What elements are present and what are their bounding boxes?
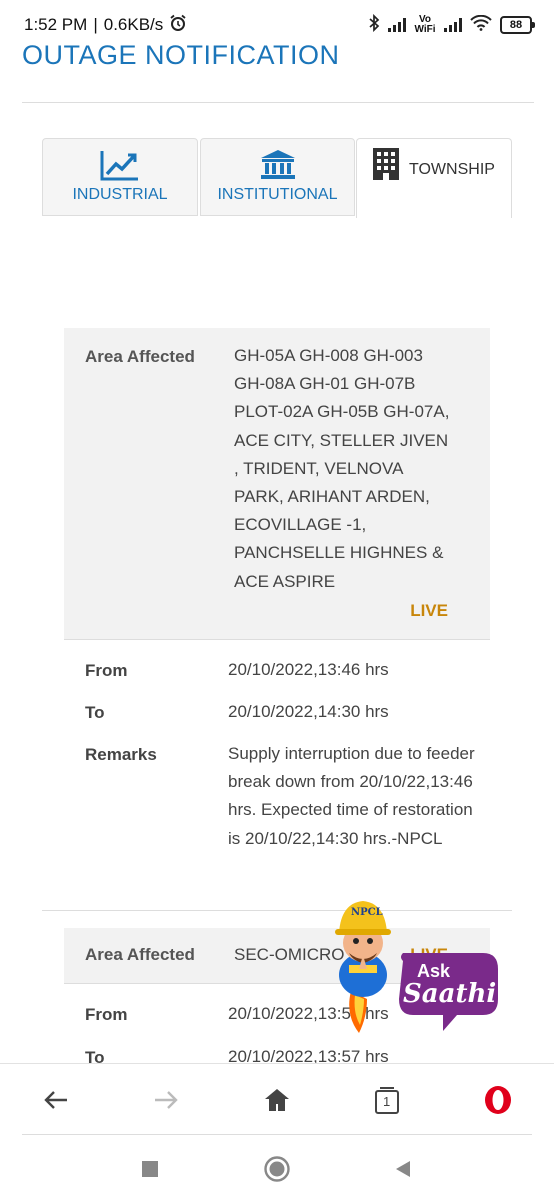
live-badge: LIVE bbox=[410, 601, 448, 620]
recents-button[interactable] bbox=[136, 1155, 164, 1183]
back-arrow-icon bbox=[44, 1091, 67, 1109]
bluetooth-icon bbox=[368, 13, 380, 37]
outage-card: Area Affected GH-05A GH-008 GH-003 GH-08… bbox=[64, 328, 490, 848]
square-icon bbox=[142, 1161, 158, 1177]
from-label: From bbox=[85, 1005, 128, 1024]
triangle-back-icon bbox=[396, 1161, 410, 1177]
vowifi-label: Vo WiFi bbox=[414, 14, 436, 35]
tab-township-label: TOWNSHIP bbox=[409, 161, 495, 178]
status-left: 1:52 PM | 0.6KB/s bbox=[24, 14, 187, 37]
forward-arrow-icon bbox=[155, 1091, 178, 1109]
tab-institutional[interactable]: INSTITUTIONAL bbox=[200, 138, 355, 216]
network-speed: 0.6KB/s bbox=[103, 15, 164, 34]
from-value: 20/10/2022,13:46 hrs bbox=[228, 660, 389, 679]
area-affected-label: Area Affected bbox=[85, 347, 195, 366]
building-icon bbox=[373, 148, 399, 185]
wifi-icon bbox=[470, 14, 492, 36]
opera-icon bbox=[485, 1086, 511, 1114]
area-affected-row: Area Affected GH-05A GH-008 GH-003 GH-08… bbox=[64, 328, 490, 640]
home-system-button[interactable] bbox=[263, 1155, 291, 1183]
back-button[interactable] bbox=[38, 1082, 74, 1118]
ask-saathi-button[interactable]: NPCL Ask Saathi bbox=[323, 895, 503, 1035]
status-separator: | bbox=[93, 15, 98, 34]
title-divider bbox=[22, 102, 534, 103]
area-affected-value: GH-05A GH-008 GH-003 GH-08A GH-01 GH-07B… bbox=[234, 346, 450, 591]
to-label: To bbox=[85, 703, 105, 722]
chart-line-icon bbox=[100, 149, 140, 186]
mascot-icon bbox=[335, 901, 498, 1033]
opera-menu-button[interactable] bbox=[480, 1082, 516, 1118]
remarks-label: Remarks bbox=[85, 745, 157, 764]
to-value: 20/10/2022,14:30 hrs bbox=[228, 702, 389, 721]
page-title: OUTAGE NOTIFICATION bbox=[22, 40, 340, 70]
alarm-icon bbox=[169, 14, 187, 37]
mascot-helmet-text: NPCL bbox=[351, 907, 383, 918]
from-label: From bbox=[85, 661, 128, 680]
home-icon bbox=[265, 1089, 289, 1111]
tab-institutional-label: INSTITUTIONAL bbox=[217, 186, 338, 203]
battery-icon: 88 bbox=[500, 16, 535, 34]
back-system-button[interactable] bbox=[389, 1155, 417, 1183]
area-affected-label: Area Affected bbox=[85, 945, 195, 964]
tab-industrial[interactable]: INDUSTRIAL bbox=[42, 138, 198, 216]
signal-icon-2 bbox=[444, 18, 462, 32]
system-nav-bar bbox=[0, 1135, 554, 1200]
circle-icon bbox=[264, 1156, 290, 1182]
institution-icon bbox=[259, 149, 297, 186]
browser-toolbar: 1 bbox=[0, 1063, 554, 1135]
remarks-value: Supply interruption due to feeder break … bbox=[228, 744, 475, 848]
home-button[interactable] bbox=[259, 1082, 295, 1118]
status-right: Vo WiFi 88 bbox=[368, 13, 535, 37]
category-tabs: INDUSTRIAL INSTITUTIONAL TOWNSHIP bbox=[42, 138, 512, 218]
ask-saathi-label-bottom: Saathi bbox=[403, 979, 497, 1009]
tab-township[interactable]: TOWNSHIP bbox=[356, 138, 512, 218]
tabs-button[interactable]: 1 bbox=[369, 1082, 405, 1118]
tab-count: 1 bbox=[383, 1094, 391, 1109]
tab-industrial-label: INDUSTRIAL bbox=[72, 186, 168, 203]
forward-button[interactable] bbox=[148, 1082, 184, 1118]
status-time: 1:52 PM bbox=[24, 15, 88, 34]
signal-icon bbox=[388, 18, 406, 32]
